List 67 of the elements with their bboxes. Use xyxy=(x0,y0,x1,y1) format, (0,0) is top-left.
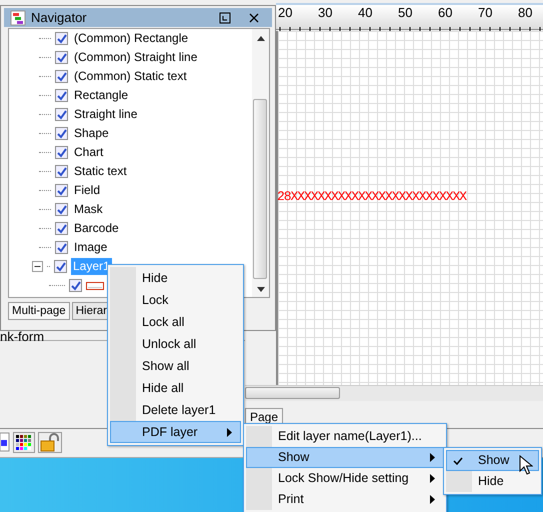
menu-item[interactable]: Hide xyxy=(446,471,539,492)
restore-icon[interactable] xyxy=(219,12,231,24)
tree-item[interactable]: Straight line xyxy=(72,106,140,123)
checkbox[interactable] xyxy=(55,165,68,178)
menu-item[interactable]: Lock Show/Hide setting xyxy=(246,468,444,489)
toolbar-icon[interactable] xyxy=(0,432,10,452)
menu-item[interactable]: Lock xyxy=(110,289,241,311)
rectangle-icon xyxy=(86,282,104,290)
ruler-label: 80 xyxy=(518,5,534,20)
horizontal-scrollbar[interactable] xyxy=(245,385,543,401)
menu-item[interactable]: Show all xyxy=(110,355,241,377)
tree-item[interactable]: (Common) Straight line xyxy=(72,49,200,66)
checkbox[interactable] xyxy=(55,184,68,197)
menu-item[interactable]: Delete layer1 xyxy=(110,399,241,421)
checkbox[interactable] xyxy=(55,108,68,121)
tree-item[interactable]: Image xyxy=(72,239,110,256)
menu-item[interactable]: Hide xyxy=(110,267,241,289)
menu-item[interactable]: Print xyxy=(246,489,444,510)
navigator-icon xyxy=(10,10,26,26)
check-icon xyxy=(453,457,463,466)
collapse-icon[interactable] xyxy=(32,261,43,272)
tree-item[interactable]: Field xyxy=(72,182,102,199)
scrollbar-thumb[interactable] xyxy=(253,99,267,279)
tree-item[interactable]: Rectangle xyxy=(72,87,130,104)
checkbox[interactable] xyxy=(55,241,68,254)
ruler-label: 50 xyxy=(398,5,414,20)
menu-item[interactable]: Hide all xyxy=(110,377,241,399)
menu-item[interactable]: Edit layer name(Layer1)... xyxy=(246,426,444,447)
menu-item[interactable]: Show xyxy=(246,447,444,468)
ruler-label: 30 xyxy=(318,5,334,20)
tree-item[interactable]: Mask xyxy=(72,201,105,218)
scrollbar-thumb[interactable] xyxy=(245,387,340,399)
menu-item[interactable]: PDF layer xyxy=(110,421,241,443)
checkbox[interactable] xyxy=(55,127,68,140)
checkbox[interactable] xyxy=(55,32,68,45)
checkbox[interactable] xyxy=(55,203,68,216)
ruler-label: 70 xyxy=(478,5,494,20)
tree-item[interactable]: Static text xyxy=(72,163,129,180)
ruler-label: 40 xyxy=(358,5,374,20)
tree-item[interactable]: (Common) Rectangle xyxy=(72,30,190,47)
menu-item[interactable]: Show xyxy=(446,450,539,471)
tree-item[interactable]: (Common) Static text xyxy=(72,68,189,85)
checkbox[interactable] xyxy=(55,222,68,235)
field-text: 28XXXXXXXXXXXXXXXXXXXXXXXXXX xyxy=(277,190,466,204)
checkbox[interactable] xyxy=(55,70,68,83)
checkbox[interactable] xyxy=(69,279,82,292)
scroll-down-icon xyxy=(257,287,265,292)
checkbox[interactable] xyxy=(55,51,68,64)
vertical-scrollbar[interactable] xyxy=(252,29,269,297)
tree-item[interactable]: Barcode xyxy=(72,220,121,237)
window-title: Navigator xyxy=(31,8,87,27)
checkbox[interactable] xyxy=(55,89,68,102)
mouse-pointer-icon xyxy=(519,455,533,475)
checkbox[interactable] xyxy=(55,146,68,159)
ruler-label: 60 xyxy=(438,5,454,20)
tab[interactable]: Multi-page xyxy=(8,302,70,320)
tree-item[interactable]: Chart xyxy=(72,144,106,161)
scroll-up-icon xyxy=(257,36,265,41)
tree-item[interactable]: Shape xyxy=(72,125,111,142)
lock-icon[interactable] xyxy=(38,432,62,453)
panel-label: nk-form xyxy=(0,328,44,346)
close-icon[interactable] xyxy=(248,12,260,24)
menu-item[interactable]: Lock all xyxy=(110,311,241,333)
ruler-label: 20 xyxy=(278,5,294,20)
menu-item[interactable]: Unlock all xyxy=(110,333,241,355)
checkbox[interactable] xyxy=(54,260,67,273)
color-palette-icon[interactable] xyxy=(13,432,35,453)
